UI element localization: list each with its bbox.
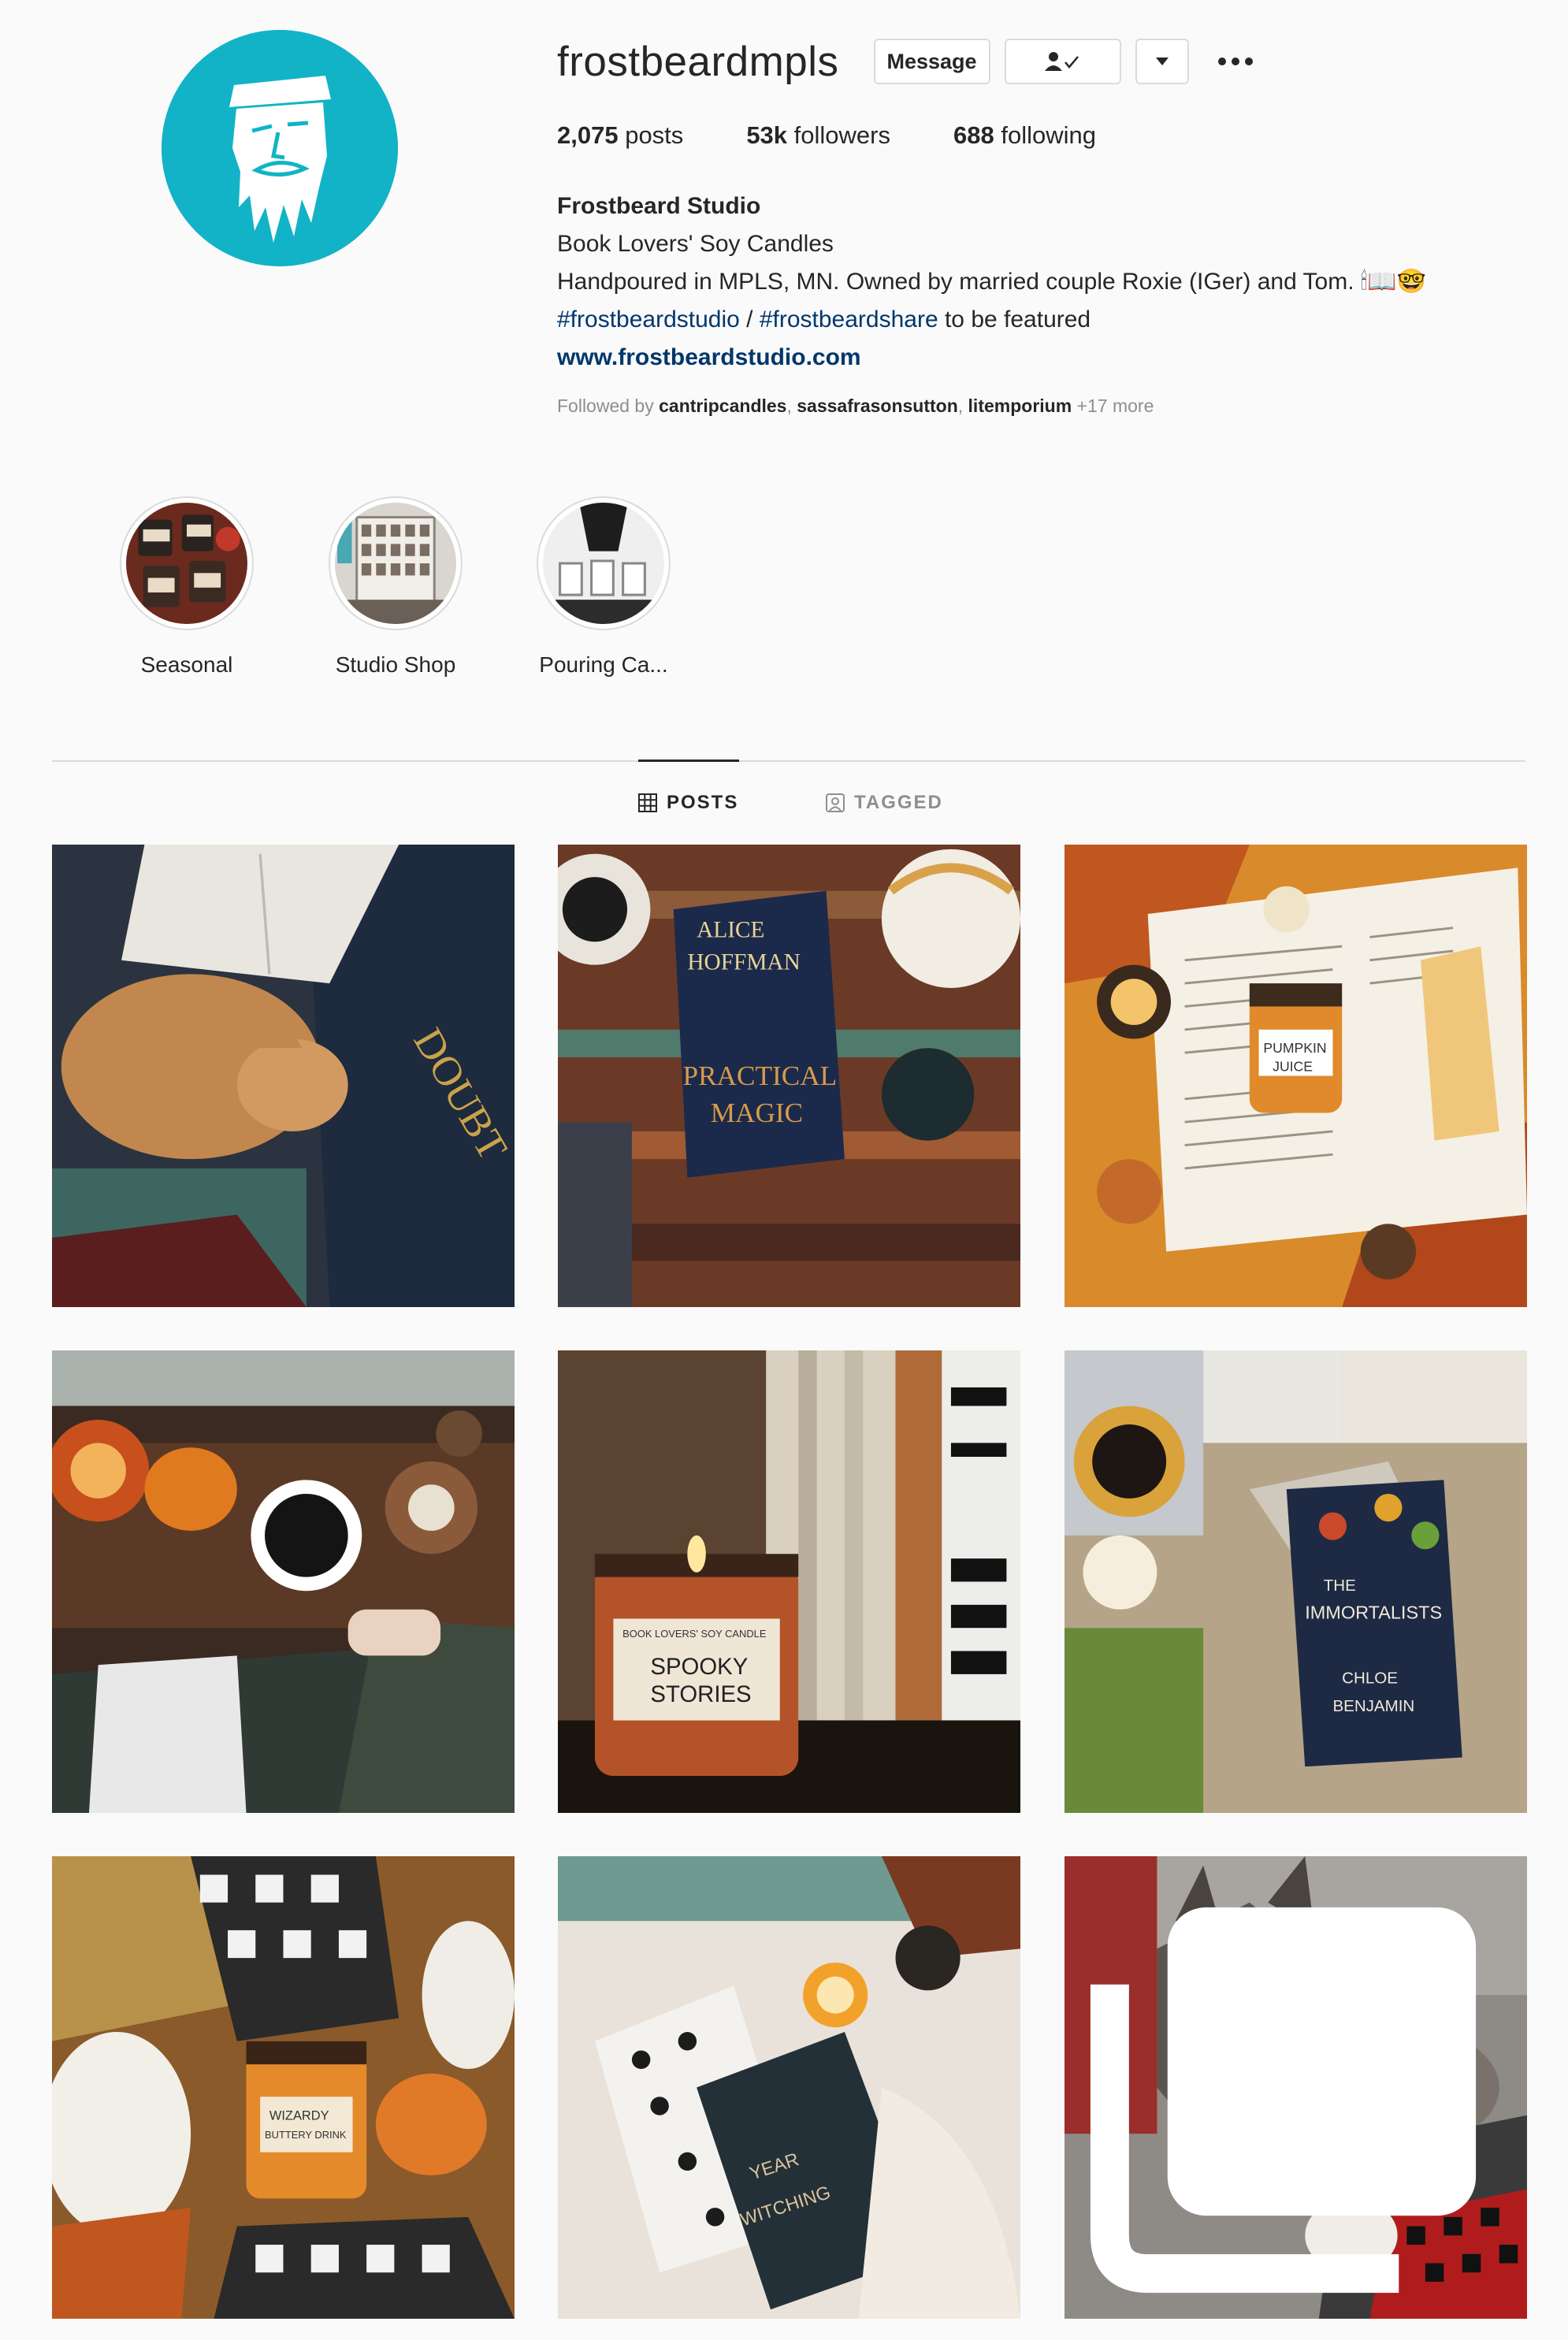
post-image-practical-magic: ALICE HOFFMAN PRACTICAL MAGIC: [558, 845, 1020, 1307]
tagged-person-icon: [826, 793, 845, 812]
highlight-seasonal[interactable]: Seasonal: [108, 496, 266, 678]
book-title-text: THE: [1324, 1577, 1356, 1595]
followers-stat[interactable]: 53k followers: [746, 121, 890, 150]
tabs-divider: [52, 760, 1525, 762]
tab-tagged-label: TAGGED: [854, 792, 943, 813]
highlight-cover: [335, 503, 456, 624]
post-thumbnail[interactable]: [52, 1350, 515, 1813]
following-label: following: [1001, 121, 1096, 149]
suggested-dropdown-button[interactable]: [1135, 39, 1189, 84]
highlight-label: Studio Shop: [335, 652, 456, 677]
highlight-cover: [126, 503, 247, 624]
post-thumbnail[interactable]: BOOK LOVERS' SOY CANDLE SPOOKY STORIES: [558, 1350, 1020, 1813]
multiple-images-icon: [1090, 1907, 1477, 2294]
posts-label: posts: [625, 121, 684, 149]
book-title-text: PRACTICAL: [682, 1060, 837, 1091]
tab-active-indicator: [638, 760, 739, 762]
following-stat[interactable]: 688 following: [953, 121, 1096, 150]
more-dots-icon[interactable]: [1217, 57, 1254, 66]
highlight-label: Seasonal: [140, 652, 233, 677]
book-title-text: HOFFMAN: [687, 949, 800, 975]
highlight-cover: [543, 503, 664, 624]
highlight-ring: [120, 496, 254, 630]
bio-featured-text: to be featured: [938, 306, 1091, 332]
post-thumbnail[interactable]: DOUBT: [52, 845, 515, 1307]
person-check-icon: [1044, 52, 1079, 71]
bio-line-description: Handpoured in MPLS, MN. Owned by married…: [557, 269, 1427, 295]
post-image-cat-book: DOUBT: [52, 845, 515, 1307]
tab-posts-label: POSTS: [667, 792, 739, 813]
tab-tagged[interactable]: TAGGED: [826, 792, 943, 814]
candle-brand-text: BOOK LOVERS' SOY CANDLE: [622, 1628, 767, 1640]
candle-label-text: STORIES: [650, 1681, 751, 1707]
followers-label: followers: [793, 121, 890, 149]
candle-label-text: BUTTERY DRINK: [265, 2129, 347, 2141]
post-thumbnail[interactable]: [1065, 1856, 1527, 2319]
profile-header-row: frostbeardmpls Message: [557, 33, 1254, 90]
candle-label-text: JUICE: [1273, 1059, 1313, 1075]
profile-bio: Frostbeard Studio Book Lovers' Soy Candl…: [557, 188, 1426, 377]
highlight-pouring[interactable]: Pouring Ca...: [525, 496, 682, 678]
followed-by-more: +17 more: [1072, 396, 1154, 416]
posts-count: 2,075: [557, 121, 619, 149]
follower-name[interactable]: cantripcandles: [659, 396, 786, 416]
book-author-text: BENJAMIN: [1332, 1697, 1414, 1715]
grid-icon: [638, 793, 657, 812]
post-image-wizardy-drink: WIZARDY BUTTERY DRINK: [52, 1856, 515, 2319]
bio-line-category: Book Lovers' Soy Candles: [557, 231, 834, 257]
caret-down-icon: [1155, 58, 1169, 65]
profile-username: frostbeardmpls: [557, 38, 839, 85]
book-author-text: CHLOE: [1342, 1670, 1398, 1688]
post-thumbnail[interactable]: THE IMMORTALISTS CHLOE BENJAMIN: [1065, 1350, 1527, 1813]
post-image-pumpkin-juice: PUMPKIN JUICE: [1065, 845, 1527, 1307]
candle-label-text: PUMPKIN: [1263, 1040, 1326, 1056]
hashtag-link[interactable]: #frostbeardshare: [760, 306, 938, 332]
following-count: 688: [953, 121, 994, 149]
post-image-year-of-witching: YEAR WITCHING: [558, 1856, 1020, 2319]
following-button[interactable]: [1004, 39, 1121, 84]
highlight-ring: [537, 496, 671, 630]
message-button[interactable]: Message: [873, 39, 990, 84]
book-title-text: IMMORTALISTS: [1305, 1602, 1442, 1622]
profile-avatar[interactable]: [162, 30, 398, 266]
book-title-text: MAGIC: [711, 1098, 803, 1128]
post-image-coffee-candle: [52, 1350, 515, 1813]
profile-full-name: Frostbeard Studio: [557, 193, 761, 219]
followers-count: 53k: [746, 121, 788, 149]
tab-posts[interactable]: POSTS: [638, 792, 738, 814]
post-thumbnail[interactable]: ALICE HOFFMAN PRACTICAL MAGIC: [558, 845, 1020, 1307]
post-image-immortalists: THE IMMORTALISTS CHLOE BENJAMIN: [1065, 1350, 1527, 1813]
follower-name[interactable]: litemporium: [968, 396, 1072, 416]
post-image-spooky-stories: BOOK LOVERS' SOY CANDLE SPOOKY STORIES: [558, 1350, 1020, 1813]
posts-stat: 2,075 posts: [557, 121, 683, 150]
followed-by-prefix: Followed by: [557, 396, 660, 416]
book-title-text: ALICE: [697, 917, 764, 942]
post-thumbnail[interactable]: WIZARDY BUTTERY DRINK: [52, 1856, 515, 2319]
post-thumbnail[interactable]: PUMPKIN JUICE: [1065, 845, 1527, 1307]
hashtag-link[interactable]: #frostbeardstudio: [557, 306, 740, 332]
follower-name[interactable]: sassafrasonsutton: [797, 396, 958, 416]
website-link[interactable]: www.frostbeardstudio.com: [557, 339, 1426, 377]
highlight-label: Pouring Ca...: [539, 652, 668, 677]
candle-label-text: WIZARDY: [269, 2109, 329, 2123]
frostbeard-logo-icon: [162, 30, 398, 266]
candle-label-text: SPOOKY: [650, 1654, 748, 1680]
bio-line-hashtags: #frostbeardstudio / #frostbeardshare to …: [557, 301, 1426, 339]
highlight-studio-shop[interactable]: Studio Shop: [317, 496, 474, 678]
profile-stats: 2,075 posts 53k followers 688 following: [557, 121, 1159, 150]
post-thumbnail[interactable]: YEAR WITCHING: [558, 1856, 1020, 2319]
hashtag-separator: /: [739, 306, 760, 332]
highlight-ring: [329, 496, 463, 630]
followed-by[interactable]: Followed by cantripcandles, sassafrasons…: [557, 396, 1154, 417]
